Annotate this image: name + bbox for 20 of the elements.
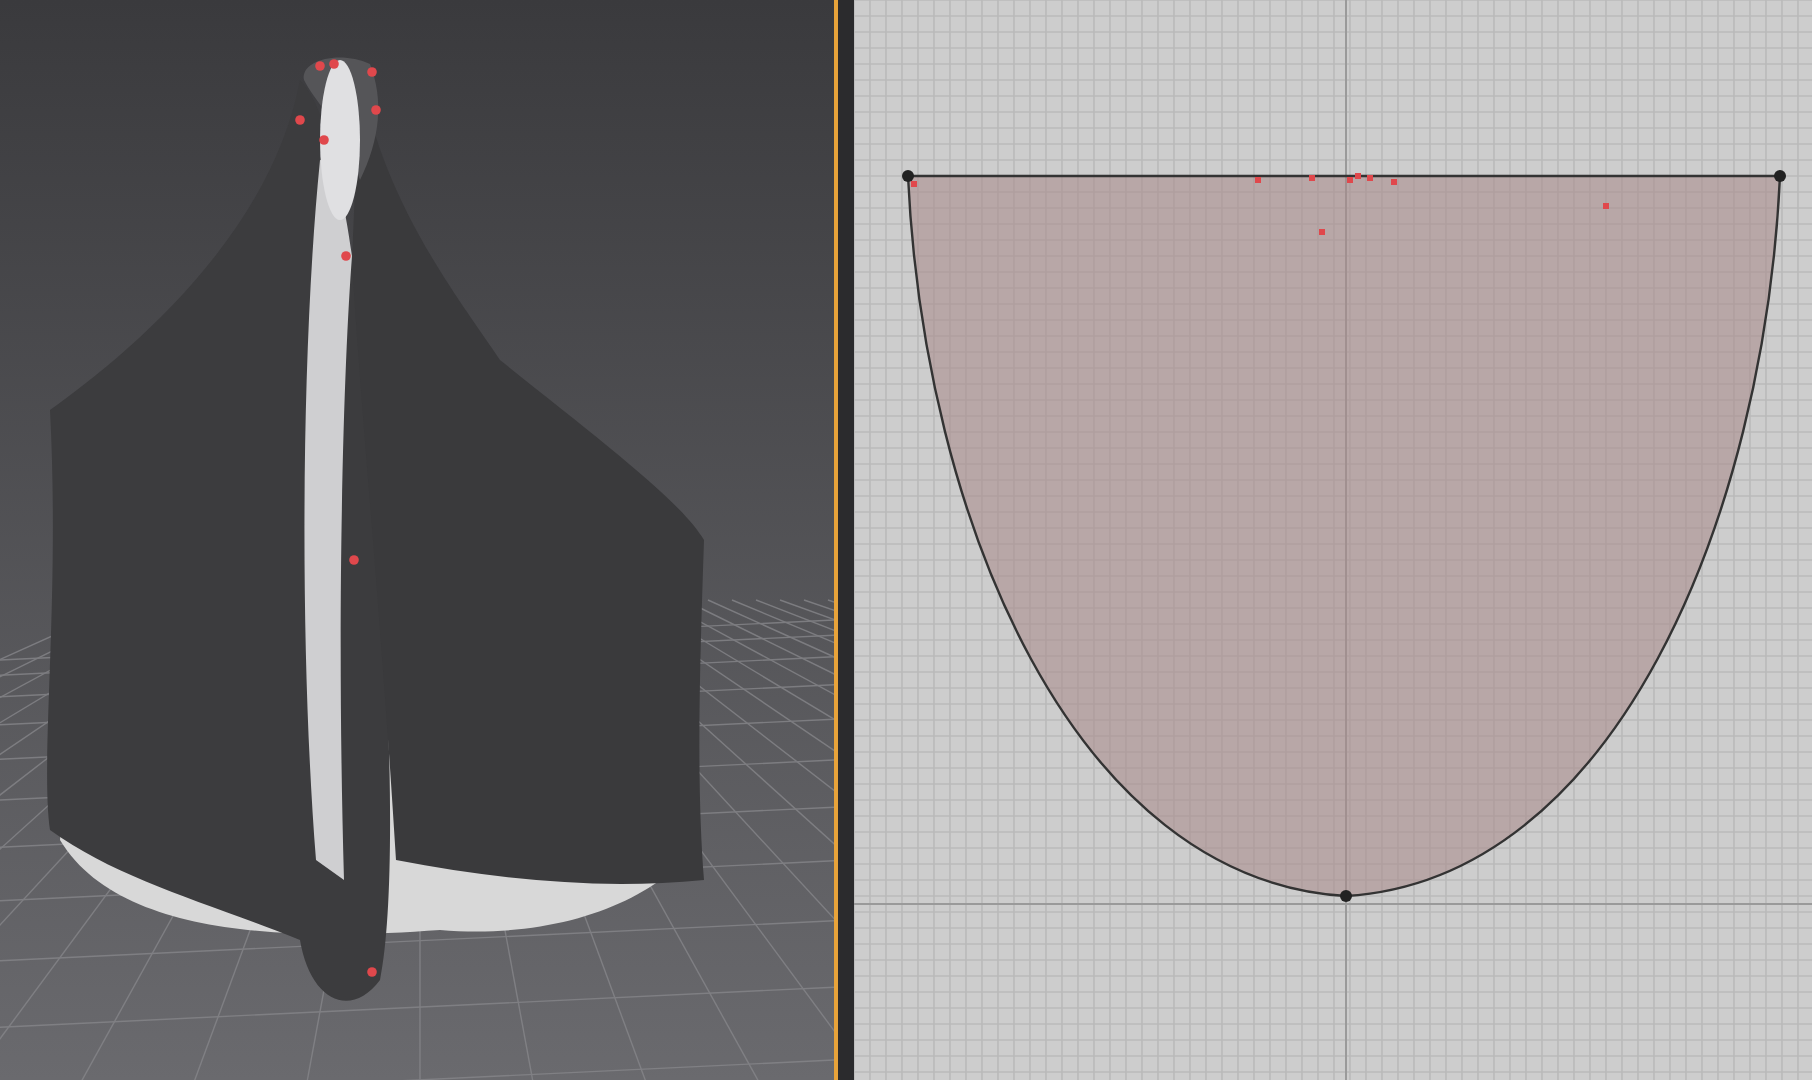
vertex-point[interactable] [1774,170,1786,182]
pin-marker [1603,203,1609,209]
vertex-point[interactable] [1340,890,1352,902]
pin-marker [371,105,381,115]
vertex-point[interactable] [902,170,914,182]
pin-marker [319,135,329,145]
pin-marker [315,61,325,71]
pin-marker [349,555,359,565]
pin-marker [1319,229,1325,235]
pin-marker [1255,177,1261,183]
pin-marker [1367,175,1373,181]
pin-marker [911,181,917,187]
pin-marker [367,67,377,77]
pin-marker [1309,175,1315,181]
pin-marker [367,967,377,977]
pin-marker [341,251,351,261]
pin-marker [329,59,339,69]
pin-marker [295,115,305,125]
pin-marker [1391,179,1397,185]
3d-viewport[interactable] [0,0,838,1080]
